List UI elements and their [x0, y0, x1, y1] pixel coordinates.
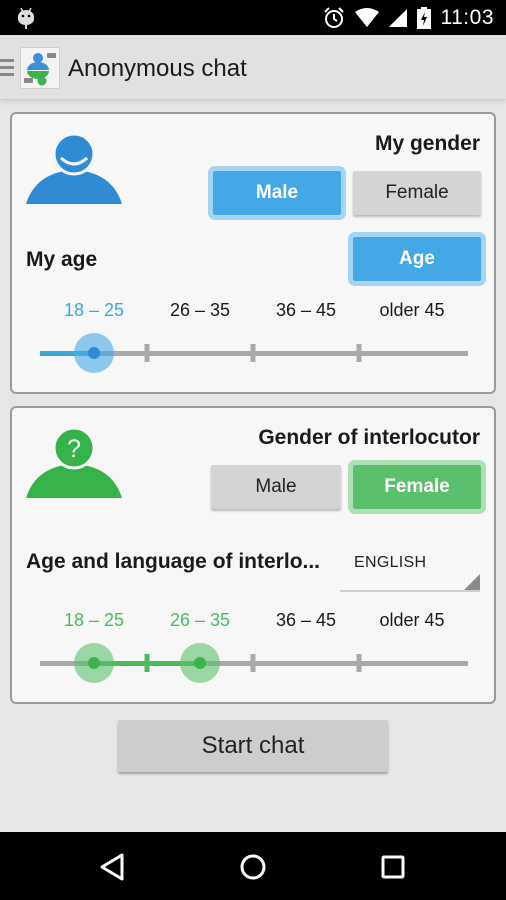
language-value: ENGLISH — [354, 554, 427, 571]
battery-charging-icon — [416, 6, 431, 29]
slider-tick — [250, 654, 256, 672]
clock: 11:03 — [440, 5, 494, 29]
my-age-slider[interactable] — [40, 333, 468, 373]
interlocutor-card: ? Gender of interlocutor Male Female Age… — [10, 406, 496, 704]
slider-thumb[interactable] — [74, 333, 114, 373]
my-profile-card: My gender Male Female My age Age 18 – 25… — [10, 112, 496, 394]
interlocutor-age-range-labels: 18 – 25 26 – 35 36 – 45 older 45 — [12, 610, 498, 634]
interlocutor-male-button[interactable]: Male — [211, 465, 341, 509]
my-age-label: My age — [26, 248, 98, 271]
my-gender-male-button[interactable]: Male — [208, 166, 346, 220]
wifi-icon — [354, 7, 379, 27]
interlocutor-age-range-4[interactable]: older 45 — [379, 610, 444, 631]
my-age-range-2[interactable]: 26 – 35 — [170, 300, 230, 321]
language-spinner[interactable]: ENGLISH — [340, 546, 480, 592]
my-age-range-4[interactable]: older 45 — [379, 300, 444, 321]
recents-icon[interactable] — [376, 850, 410, 884]
unknown-user-icon: ? — [26, 428, 122, 498]
interlocutor-female-button[interactable]: Female — [348, 460, 486, 514]
interlocutor-age-range-3[interactable]: 36 – 45 — [276, 610, 336, 631]
alarm-icon — [323, 6, 344, 28]
status-bar: 11:03 — [0, 0, 506, 35]
age-button[interactable]: Age — [348, 232, 486, 286]
app-logo-icon[interactable] — [20, 47, 60, 89]
slider-tick — [250, 344, 256, 362]
slider-thumb-min[interactable] — [74, 643, 114, 683]
my-gender-female-button[interactable]: Female — [353, 171, 481, 215]
back-icon[interactable] — [96, 850, 130, 884]
slider-tick — [144, 654, 150, 672]
my-age-range-1[interactable]: 18 – 25 — [64, 300, 124, 321]
question-mark: ? — [67, 435, 81, 463]
slider-thumb-max[interactable] — [180, 643, 220, 683]
interlocutor-age-range-2[interactable]: 26 – 35 — [170, 610, 230, 631]
my-age-range-3[interactable]: 36 – 45 — [276, 300, 336, 321]
hamburger-menu-icon[interactable] — [0, 59, 14, 77]
slider-tick — [356, 344, 362, 362]
slider-tick — [356, 654, 362, 672]
home-icon[interactable] — [236, 850, 270, 884]
interlocutor-age-range-slider[interactable] — [40, 643, 468, 683]
start-chat-button[interactable]: Start chat — [118, 720, 388, 772]
my-gender-heading: My gender — [374, 132, 480, 155]
age-language-label: Age and language of interlo... — [26, 550, 321, 573]
smiling-user-icon — [26, 134, 122, 204]
action-bar: Anonymous chat — [0, 35, 506, 100]
app-title: Anonymous chat — [68, 55, 247, 82]
slider-tick — [144, 344, 150, 362]
interlocutor-age-range-1[interactable]: 18 – 25 — [64, 610, 124, 631]
navigation-bar — [0, 832, 506, 900]
cell-signal-icon — [388, 8, 407, 27]
android-debug-icon — [18, 7, 34, 29]
interlocutor-gender-heading: Gender of interlocutor — [258, 426, 480, 449]
dropdown-arrow-icon — [464, 574, 480, 590]
my-age-range-labels: 18 – 25 26 – 35 36 – 45 older 45 — [12, 300, 498, 324]
